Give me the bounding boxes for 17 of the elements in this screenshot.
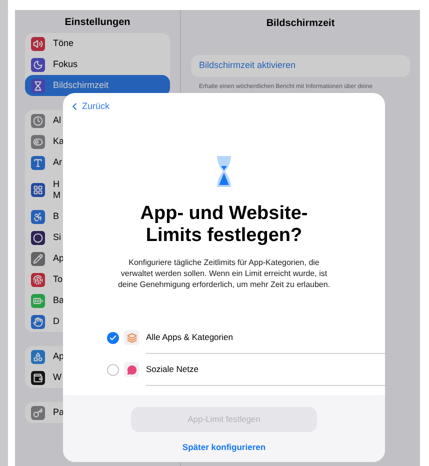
item-label: Si: [53, 232, 62, 243]
sidebar-title: Einstellungen: [64, 16, 130, 30]
option-label: Alle Apps & Kategorien: [146, 330, 233, 344]
item-label: Ar: [53, 157, 62, 168]
sheet-title: App- und Website-Limits festlegen?: [139, 202, 309, 246]
item-label: Al: [53, 115, 62, 126]
pane-title: Bildschirmzeit: [266, 17, 335, 31]
item-label: Töne: [53, 38, 74, 49]
item-label: Bildschirmzeit: [53, 80, 109, 91]
item-label: Fokus: [53, 59, 78, 70]
option-label: Soziale Netze: [146, 362, 198, 376]
item-label: W: [53, 372, 62, 383]
item-label: D: [53, 316, 60, 327]
item-label: B: [53, 211, 60, 222]
sheet-text: Konfiguriere tägliche Zeitlimits für App-Kategorien, die verwaltet werden sollen. Wenn ein Limit erreicht wurde, ist deine Genehmigung erforderlich, um mehr Zeit zu erlauben.: [116, 256, 332, 290]
item-label: H M: [53, 178, 60, 200]
item-label: To: [53, 274, 63, 285]
